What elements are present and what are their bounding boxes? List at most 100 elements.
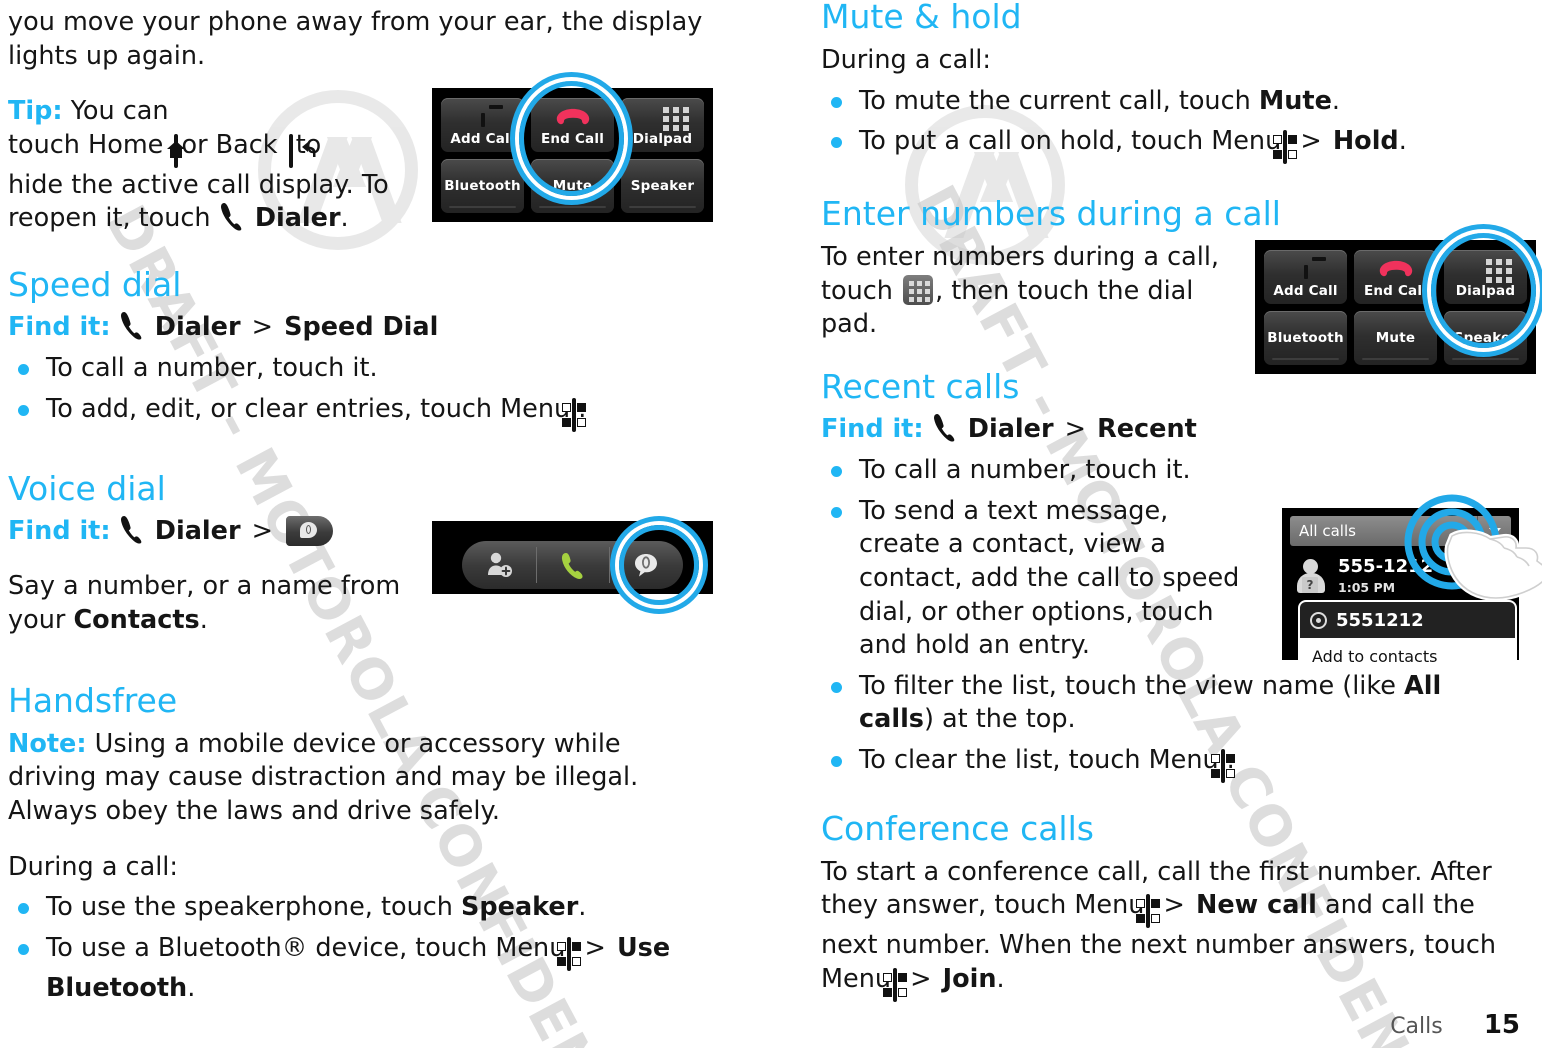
end-call-label: End Call — [1363, 283, 1428, 299]
call-entry-icon — [1310, 611, 1327, 629]
list-item: To call a number, touch it. — [821, 454, 1524, 488]
mute-label: Mute — [1375, 330, 1416, 346]
find-it-app: Dialer — [154, 516, 241, 547]
handset-icon — [220, 203, 242, 231]
enter-numbers-body: To enter numbers during a call, touch , … — [821, 241, 1246, 342]
speaker-button[interactable]: Speaker — [621, 159, 704, 213]
call-button-grid: Add Call End Call Dialpad Bluetooth Mute — [1264, 250, 1527, 365]
contacts-label: Contacts — [73, 605, 200, 636]
call-button[interactable] — [535, 541, 610, 589]
bullet-suffix: . — [578, 892, 587, 923]
heading-handsfree: Handsfree — [8, 680, 178, 720]
bullet-text: To use the speakerphone, touch — [46, 892, 453, 923]
tip-text-6: reopen it, touch — [8, 203, 211, 234]
green-call-icon — [561, 553, 583, 579]
bluetooth-button[interactable]: Bluetooth — [1264, 311, 1347, 365]
manual-page: you move your phone away from your ear, … — [0, 0, 1542, 1048]
call-filter-dropdown[interactable]: All calls — [1290, 516, 1511, 546]
bullet-text: To put a call on hold, touch Menu — [859, 126, 1282, 157]
mute-button[interactable]: Mute — [1354, 311, 1437, 365]
list-item: To mute the current call, touch Mute. — [821, 85, 1524, 119]
speaker-label: Speaker — [461, 892, 579, 923]
bullet-text: To add, edit, or clear entries, touch Me… — [46, 393, 571, 424]
find-it-app: Dialer — [154, 311, 241, 342]
handsfree-during-call: During a call: — [8, 851, 178, 882]
add-call-button[interactable]: Add Call — [1264, 250, 1347, 304]
dialpad-button[interactable]: Dialpad — [1444, 250, 1527, 304]
bluetooth-button[interactable]: Bluetooth — [441, 159, 524, 213]
conference-period: . — [996, 963, 1005, 994]
heading-voice-dial: Voice dial — [8, 469, 166, 509]
note-text: Using a mobile device or accessory while… — [8, 728, 639, 826]
tip-paragraph: Tip: You can touch Home or Back to hide … — [8, 95, 423, 236]
dialpad-button[interactable]: Dialpad — [621, 98, 704, 152]
tip-period: . — [340, 203, 349, 234]
find-it-target: Recent — [1097, 413, 1197, 444]
chevron-down-icon[interactable] — [1477, 516, 1511, 546]
end-call-handset-icon — [1378, 259, 1414, 283]
heading-conference-calls: Conference calls — [821, 808, 1094, 848]
screenshot-dialer-action-bar — [432, 521, 713, 605]
find-it-speed-dial: Find it: Dialer > Speed Dial — [8, 311, 713, 344]
list-item: To clear the list, touch Menu. — [821, 744, 1524, 784]
back-icon — [288, 133, 316, 168]
add-call-label: Add Call — [1273, 283, 1338, 299]
conference-separator-1: > — [1163, 890, 1185, 921]
mute-label: Mute — [1258, 85, 1332, 116]
end-call-button[interactable]: End Call — [1354, 250, 1437, 304]
add-call-button[interactable]: Add Call — [441, 98, 524, 152]
bluetooth-label: Bluetooth — [1267, 330, 1344, 346]
recent-call-partial-badge: 3 — [1504, 564, 1513, 578]
continuation-line-2: lights up again. — [8, 40, 206, 71]
bullet-text: To mute the current call, touch — [859, 85, 1251, 116]
end-call-button[interactable]: End Call — [531, 98, 614, 152]
mute-hold-bullets: To mute the current call, touch Mute. To… — [821, 85, 1524, 165]
menu-icon — [883, 967, 908, 1002]
contact-avatar-icon: ? — [1294, 557, 1328, 595]
find-it-label: Find it: — [821, 413, 924, 444]
screenshot-in-call-options-endcall: Add Call End Call Dialpad Bluetooth Mute — [432, 81, 713, 222]
context-menu: 5551212 Add to contacts — [1300, 602, 1515, 662]
filter-label: All calls — [1299, 522, 1356, 540]
list-item: To use a Bluetooth® device, touch Menu >… — [8, 932, 713, 1005]
tip-text-1: You can — [70, 96, 169, 127]
hold-label: Hold — [1332, 126, 1399, 157]
conference-calls-body: To start a conference call, call the fir… — [821, 856, 1524, 1003]
new-call-label: New call — [1196, 890, 1317, 921]
home-icon — [174, 133, 179, 168]
heading-enter-numbers: Enter numbers during a call — [821, 193, 1281, 233]
list-item: To use the speakerphone, touch Speaker. — [8, 891, 713, 925]
mute-button[interactable]: Mute — [531, 159, 614, 213]
menu-item-add-to-contacts[interactable]: Add to contacts — [1300, 638, 1515, 662]
add-contact-button[interactable] — [462, 541, 536, 589]
heading-mute-hold: Mute & hold — [821, 0, 1022, 36]
voice-dial-period: . — [199, 605, 208, 636]
recent-call-entry[interactable]: ? 555-1212 1:05 PM — [1290, 550, 1511, 602]
voice-dial-icon — [286, 516, 334, 547]
voice-dial-body: Say a number, or a name from your Contac… — [8, 570, 408, 637]
menu-icon — [562, 397, 587, 432]
recent-call-number: 555-1212 — [1338, 556, 1434, 578]
bullet-text: To clear the list, touch Menu — [859, 745, 1219, 776]
speaker-label: Speaker — [1453, 330, 1518, 346]
speaker-button[interactable]: Speaker — [1444, 311, 1527, 365]
menu-icon — [1136, 894, 1161, 929]
bullet-separator: > — [584, 932, 606, 963]
find-it-target: Speed Dial — [284, 311, 439, 342]
list-item: To send a text message, create a contact… — [821, 495, 1251, 663]
tip-dialer-label: Dialer — [254, 203, 341, 234]
menu-icon — [1210, 749, 1235, 784]
find-it-recent: Find it: Dialer > Recent — [821, 413, 1524, 446]
handset-icon — [120, 516, 142, 544]
bullet-suffix: . — [1331, 85, 1340, 116]
continuation-line-1: you move your phone away from your ear, … — [8, 7, 703, 37]
heading-speed-dial: Speed dial — [8, 264, 182, 304]
menu-icon — [557, 936, 582, 971]
right-column: Mute & hold During a call: To mute the c… — [813, 0, 1542, 1009]
enter-numbers-line1: To enter numbers during a call, — [821, 241, 1220, 272]
end-call-handset-icon — [555, 107, 591, 131]
bullet-suffix: . — [187, 972, 196, 1003]
voice-dial-icon — [635, 554, 658, 577]
voice-dial-button[interactable] — [609, 541, 683, 589]
list-item: To filter the list, touch the view name … — [821, 670, 1524, 737]
